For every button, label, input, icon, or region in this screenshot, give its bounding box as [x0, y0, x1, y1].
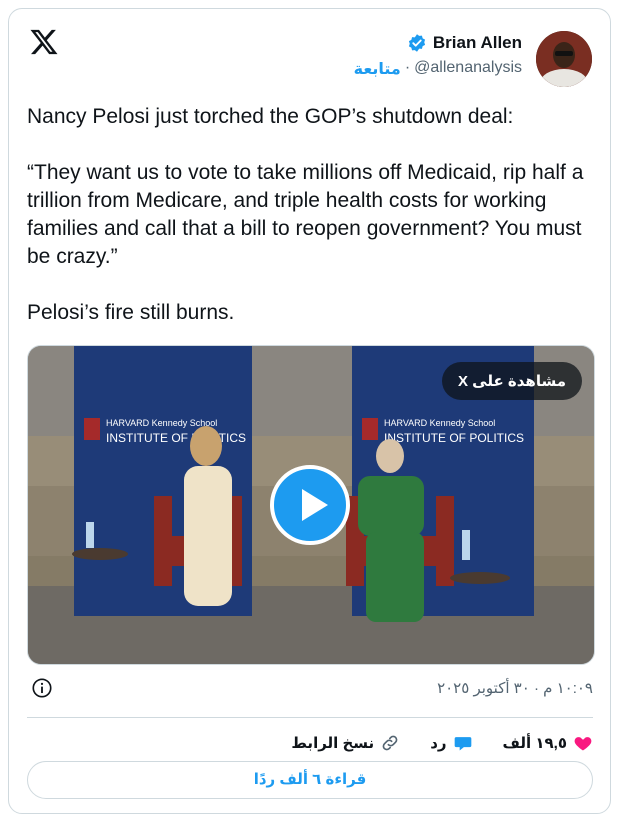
play-button[interactable] [270, 465, 350, 545]
divider [27, 717, 593, 718]
reply-bubble-icon [454, 737, 471, 751]
x-logo-icon[interactable] [29, 27, 59, 57]
action-bar: ١٩,٥ ألف رد نسخ الرابط [27, 725, 593, 761]
video-player[interactable]: HARVARD Kennedy School INSTITUTE OF POLI… [27, 345, 595, 665]
heart-icon [574, 737, 592, 751]
tweet-card: Brian Allen متابعة · @allenanalysis Nanc… [8, 8, 611, 814]
reply-button[interactable]: رد [430, 733, 472, 753]
reply-label: رد [430, 735, 447, 752]
banner-left-line2: INSTITUTE OF POLITICS [106, 431, 246, 445]
name-row: Brian Allen [354, 33, 522, 53]
follow-button[interactable]: متابعة [354, 59, 401, 79]
separator: · [404, 59, 411, 76]
harvard-shield-left-icon [84, 418, 100, 440]
link-icon [382, 735, 398, 751]
banner-left-line1: HARVARD Kennedy School [106, 418, 217, 428]
timestamp[interactable]: ١٠:٠٩ م · ٣٠ أكتوبر ٢٠٢٥ [437, 679, 593, 697]
info-icon[interactable] [31, 677, 53, 699]
harvard-shield-right-icon [362, 418, 378, 440]
display-name[interactable]: Brian Allen [433, 33, 522, 53]
play-icon [302, 489, 328, 521]
banner-right-line2: INSTITUTE OF POLITICS [384, 431, 524, 445]
verified-badge-icon [408, 34, 425, 52]
copy-link-label: نسخ الرابط [291, 735, 375, 752]
banner-right-line1: HARVARD Kennedy School [384, 418, 495, 428]
copy-link-button[interactable]: نسخ الرابط [291, 733, 400, 753]
handle-row: متابعة · @allenanalysis [354, 59, 522, 79]
avatar[interactable] [536, 31, 592, 87]
read-replies-button[interactable]: قراءة ٦ ألف ردًا [27, 761, 593, 799]
timestamp-row: ١٠:٠٩ م · ٣٠ أكتوبر ٢٠٢٥ [27, 675, 593, 705]
handle[interactable]: @allenanalysis [414, 59, 522, 79]
likes-count: ١٩,٥ ألف [502, 735, 567, 752]
like-button[interactable]: ١٩,٥ ألف [503, 733, 593, 753]
author-block: Brian Allen متابعة · @allenanalysis [262, 25, 592, 89]
tweet-text: Nancy Pelosi just torched the GOP’s shut… [27, 105, 584, 324]
watch-on-x-button[interactable]: مشاهدة على X [442, 362, 582, 400]
avatar-image [536, 31, 592, 87]
author-names: Brian Allen متابعة · @allenanalysis [354, 33, 522, 79]
